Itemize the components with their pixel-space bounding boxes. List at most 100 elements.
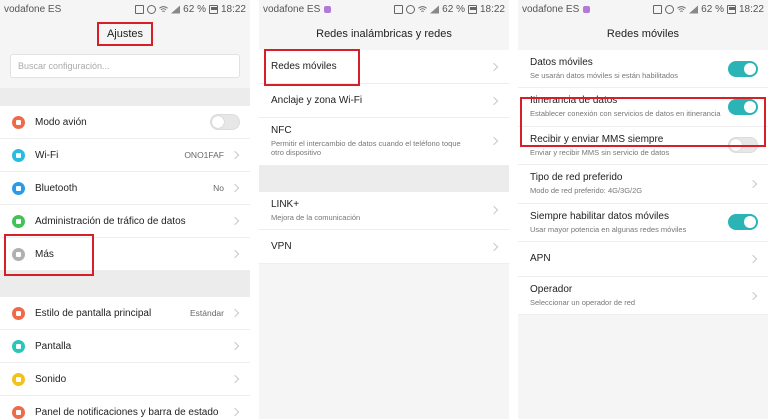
alarm-icon — [147, 4, 157, 14]
setting-text: Tipo de red preferido Modo de red preferi… — [530, 165, 756, 202]
toggle-switch[interactable] — [728, 214, 758, 231]
vibrate-icon — [653, 4, 663, 14]
setting-text: NFC Permitir el intercambio de datos cuan… — [271, 118, 497, 165]
setting-row-operador[interactable]: Operador Seleccionar un operador de red — [518, 277, 768, 316]
section-divider — [259, 165, 509, 192]
icon-glyph — [16, 218, 21, 224]
setting-label: Más — [35, 248, 54, 260]
setting-row-link[interactable]: LINK+ Mejora de la comunicación — [259, 192, 509, 231]
setting-row-estilo-de-pantalla-principal[interactable]: Estilo de pantalla principal Estándar — [0, 297, 250, 330]
settings-list-wireless: Modo avión Wi-Fi ONO1FAF Bluetooth No Adminis… — [0, 106, 250, 271]
settings-screen: vodafone ES 62 % 18:22 Ajustes Buscar co… — [0, 0, 250, 419]
battery-icon — [726, 4, 736, 14]
icon-glyph — [16, 119, 21, 125]
setting-label: Anclaje y zona Wi-Fi — [271, 95, 363, 106]
airplane-icon — [12, 115, 25, 129]
setting-row-siempre-habilitar-datos-moviles[interactable]: Siempre habilitar datos móviles Usar mayo… — [518, 204, 768, 242]
setting-label: Recibir y enviar MMS siempre — [530, 133, 664, 145]
setting-label: NFC — [271, 125, 292, 136]
setting-description: Usar mayor potencia en algunas redes móv… — [530, 224, 687, 234]
toggle-switch[interactable] — [728, 137, 758, 154]
toggle-switch[interactable] — [728, 60, 758, 77]
section-divider — [0, 88, 250, 106]
alarm-icon — [406, 4, 416, 14]
setting-label: Pantalla — [35, 340, 72, 352]
notification-panel-icon — [12, 405, 25, 419]
display-icon — [12, 339, 25, 353]
setting-label: Siempre habilitar datos móviles — [530, 210, 669, 222]
icon-glyph — [16, 409, 21, 415]
setting-label: VPN — [271, 241, 292, 253]
more-icon — [12, 247, 25, 261]
wifi-icon — [12, 148, 25, 162]
clock: 18:22 — [220, 3, 246, 15]
setting-label: Panel de notificaciones y barra de estad… — [35, 406, 219, 418]
setting-text: Itinerancia de datos Establecer conexión … — [530, 88, 756, 125]
signal-icon — [171, 4, 181, 14]
section-divider — [0, 271, 250, 297]
chevron-right-icon — [230, 308, 240, 318]
battery-icon — [467, 4, 477, 14]
setting-text: Operador Seleccionar un operador de red — [530, 277, 756, 314]
setting-row-vpn[interactable]: VPN — [259, 230, 509, 265]
setting-row-recibir-y-enviar-mms-siempre[interactable]: Recibir y enviar MMS siempre Enviar y rec… — [518, 127, 768, 166]
wireless-list-extra: LINK+ Mejora de la comunicación VPN — [259, 191, 509, 265]
status-bar: vodafone ES 62 % 18:22 — [259, 0, 509, 18]
setting-row-datos-moviles[interactable]: Datos móviles Se usarán datos móviles si … — [518, 50, 768, 89]
carrier-name: vodafone ES — [4, 3, 62, 15]
setting-row-sonido[interactable]: Sonido — [0, 363, 250, 396]
battery-percent: 62 % — [442, 3, 465, 15]
setting-label: Datos móviles — [530, 57, 593, 68]
wifi-status-icon — [677, 5, 687, 12]
setting-row-modo-avion[interactable]: Modo avión — [0, 106, 250, 139]
setting-label: Bluetooth — [35, 182, 78, 194]
battery-percent: 62 % — [701, 3, 724, 15]
setting-text: Siempre habilitar datos móviles Usar mayo… — [530, 204, 756, 241]
setting-row-itinerancia-de-datos[interactable]: Itinerancia de datos Establecer conexión … — [518, 88, 768, 127]
setting-row-mas[interactable]: Más — [0, 238, 250, 271]
icon-glyph — [16, 251, 21, 257]
setting-text: LINK+ Mejora de la comunicación — [271, 192, 497, 229]
setting-description: Permitir el intercambio de datos cuando … — [271, 139, 461, 158]
chevron-right-icon — [230, 150, 240, 160]
setting-row-pantalla[interactable]: Pantalla — [0, 330, 250, 363]
setting-label: Sonido — [35, 373, 67, 385]
sound-icon — [12, 372, 25, 386]
setting-value: Estándar — [189, 308, 224, 318]
setting-row-anclaje-y-zona-wi-fi[interactable]: Anclaje y zona Wi-Fi — [259, 84, 509, 118]
vibrate-icon — [394, 4, 404, 14]
icon-glyph — [16, 310, 21, 316]
setting-row-tipo-de-red-preferido[interactable]: Tipo de red preferido Modo de red preferi… — [518, 165, 768, 204]
toggle-switch[interactable] — [210, 114, 240, 130]
setting-row-bluetooth[interactable]: Bluetooth No — [0, 172, 250, 205]
battery-percent: 62 % — [183, 3, 206, 15]
settings-list-device: Estilo de pantalla principal Estándar Pant… — [0, 297, 250, 419]
setting-label: Modo avión — [35, 116, 87, 128]
page-title: Redes móviles — [518, 18, 768, 50]
setting-row-panel-de-notificaciones-y-barra-de-estado[interactable]: Panel de notificaciones y barra de estad… — [0, 396, 250, 419]
setting-label: LINK+ — [271, 198, 300, 210]
wireless-list-main: Redes móviles Anclaje y zona Wi-Fi NFC Perm… — [259, 50, 509, 166]
setting-row-redes-moviles[interactable]: Redes móviles — [259, 50, 509, 84]
bluetooth-icon — [12, 181, 25, 195]
data-usage-icon — [12, 214, 25, 228]
signal-icon — [689, 4, 699, 14]
icon-glyph — [16, 185, 21, 191]
page-title: Ajustes — [96, 22, 154, 46]
setting-label: Itinerancia de datos — [530, 95, 618, 107]
setting-description: Establecer conexión con servicios de dat… — [530, 109, 721, 119]
status-bar: vodafone ES 62 % 18:22 — [518, 0, 768, 18]
battery-icon — [208, 4, 218, 14]
setting-row-administracion-de-trafico-de-datos[interactable]: Administración de tráfico de datos — [0, 205, 250, 238]
app-notification-icon — [583, 5, 591, 13]
chevron-right-icon — [230, 183, 240, 193]
setting-description: Seleccionar un operador de red — [530, 297, 636, 307]
search-input[interactable]: Buscar configuración... — [10, 54, 240, 78]
page-title: Redes inalámbricas y redes — [259, 18, 509, 50]
clock: 18:22 — [738, 3, 764, 15]
setting-row-wi-fi[interactable]: Wi-Fi ONO1FAF — [0, 139, 250, 172]
setting-description: Se usarán datos móviles si están habilit… — [530, 71, 679, 80]
setting-row-nfc[interactable]: NFC Permitir el intercambio de datos cuan… — [259, 118, 509, 166]
toggle-switch[interactable] — [728, 99, 758, 116]
setting-row-apn[interactable]: APN — [518, 242, 768, 277]
